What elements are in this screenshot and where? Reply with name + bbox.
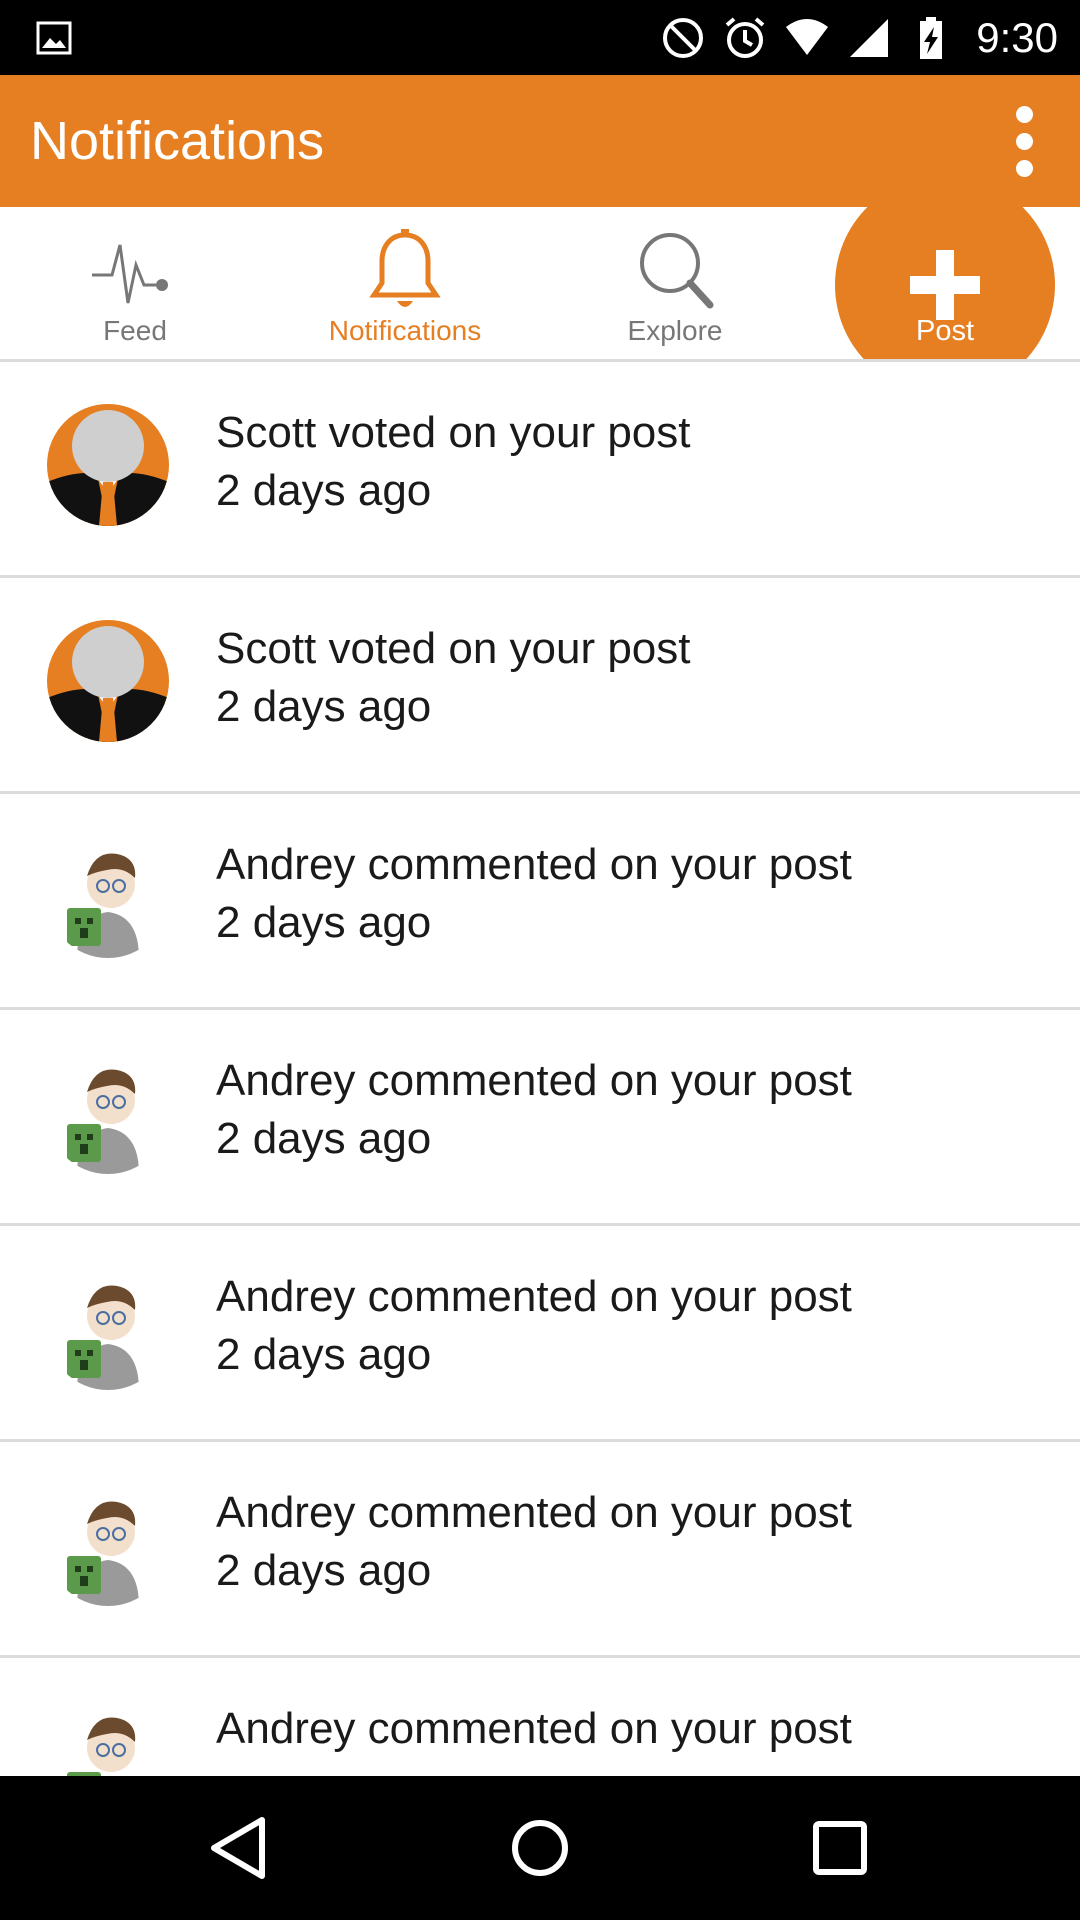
signal-icon [850,18,889,57]
notification-message: Scott voted on your post [216,624,691,673]
page-title: Notifications [30,111,325,171]
notification-item[interactable]: Andrey commented on your post [0,1658,1080,1776]
more-vert-icon [1015,105,1033,123]
notification-item[interactable]: Scott voted on your post 2 days ago [0,362,1080,578]
cartoon-avatar-icon [47,1052,169,1174]
post-button[interactable]: Post [835,207,1055,359]
notification-item[interactable]: Andrey commented on your post 2 days ago [0,794,1080,1010]
cartoon-avatar-icon [47,1268,169,1390]
battery-charging-icon [920,16,943,59]
notification-time: 2 days ago [216,1546,432,1595]
do-not-disturb-icon [663,17,704,58]
notification-time: 2 days ago [216,898,432,947]
notification-item[interactable]: Andrey commented on your post 2 days ago [0,1010,1080,1226]
suit-avatar-icon [47,404,169,526]
status-time: 9:30 [976,13,1058,61]
system-nav-bar [0,1776,1080,1920]
notification-message: Andrey commented on your post [216,1056,852,1105]
more-options-button[interactable] [984,101,1064,181]
cartoon-avatar-icon [47,836,169,958]
suit-avatar-icon [47,620,169,742]
tab-feed[interactable]: Feed [0,207,270,359]
tab-notifications-label: Notifications [328,315,482,346]
cartoon-avatar-icon [47,1484,169,1606]
home-icon[interactable] [500,1808,580,1888]
notification-message: Andrey commented on your post [216,1704,852,1753]
notification-time: 2 days ago [216,1330,432,1379]
notification-item[interactable]: Scott voted on your post 2 days ago [0,578,1080,794]
image-icon [36,21,72,55]
notification-message: Andrey commented on your post [216,1488,852,1537]
tab-explore[interactable]: Explore [540,207,810,359]
notification-time: 2 days ago [216,682,432,731]
notification-message: Andrey commented on your post [216,1272,852,1321]
alarm-icon [725,16,765,58]
tab-notifications[interactable]: Notifications [270,207,540,359]
cartoon-avatar-icon [47,1700,169,1776]
back-icon[interactable] [200,1808,280,1888]
bell-icon [369,229,441,307]
pulse-icon [92,244,168,304]
notification-time: 2 days ago [216,466,432,515]
tab-explore-label: Explore [627,315,723,346]
post-button-label: Post [915,315,975,347]
notification-item[interactable]: Andrey commented on your post 2 days ago [0,1442,1080,1658]
search-icon [640,233,714,309]
notification-message: Scott voted on your post [216,408,691,457]
status-bar: 9:30 [0,0,1080,75]
notification-list[interactable]: Scott voted on your post 2 days ago Scot… [0,362,1080,1776]
notification-time: 2 days ago [216,1114,432,1163]
tab-bar: Feed Notifications Explore Post [0,207,1080,362]
recents-icon[interactable] [800,1808,880,1888]
app-bar: Notifications [0,75,1080,207]
wifi-icon [786,18,829,55]
notification-message: Andrey commented on your post [216,840,852,889]
notification-item[interactable]: Andrey commented on your post 2 days ago [0,1226,1080,1442]
status-icons: 9:30 [660,0,1058,75]
tab-feed-label: Feed [103,315,167,346]
